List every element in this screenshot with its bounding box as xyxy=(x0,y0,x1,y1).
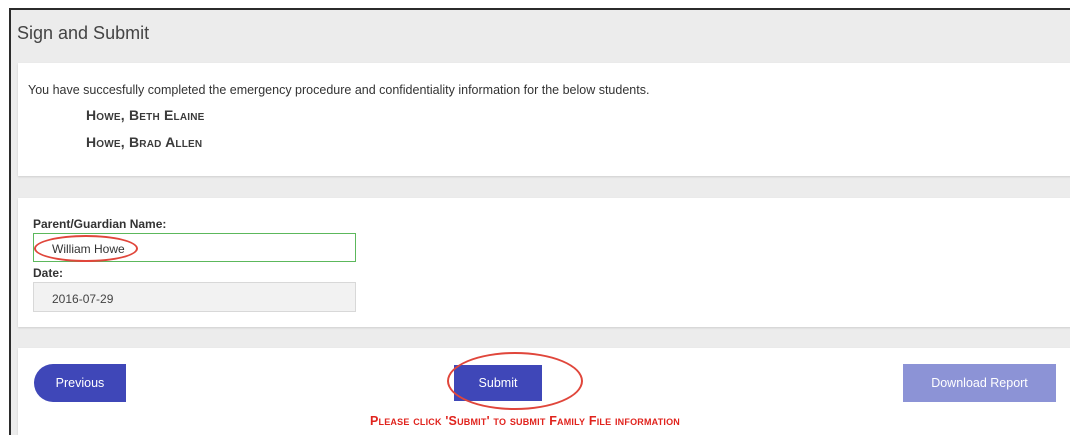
date-label: Date: xyxy=(33,266,64,280)
page-frame: Sign and Submit You have succesfully com… xyxy=(9,8,1070,435)
completion-message: You have succesfully completed the emerg… xyxy=(28,83,650,97)
date-field: 2016-07-29 xyxy=(33,282,356,312)
signature-form-panel: Parent/Guardian Name: William Howe Date:… xyxy=(18,198,1070,327)
student-name: Howe, Brad Allen xyxy=(86,134,203,150)
submit-notice: Please click 'Submit' to submit Family F… xyxy=(369,414,681,428)
parent-guardian-name-label: Parent/Guardian Name: xyxy=(33,217,167,231)
actions-panel: Previous Submit Download Report Please c… xyxy=(18,348,1070,435)
download-report-button[interactable]: Download Report xyxy=(903,364,1056,402)
parent-guardian-name-input[interactable]: William Howe xyxy=(33,233,356,262)
students-panel: You have succesfully completed the emerg… xyxy=(18,63,1070,176)
submit-button[interactable]: Submit xyxy=(454,365,542,401)
page-title: Sign and Submit xyxy=(17,23,150,43)
previous-button[interactable]: Previous xyxy=(34,364,126,402)
student-name: Howe, Beth Elaine xyxy=(86,107,205,123)
